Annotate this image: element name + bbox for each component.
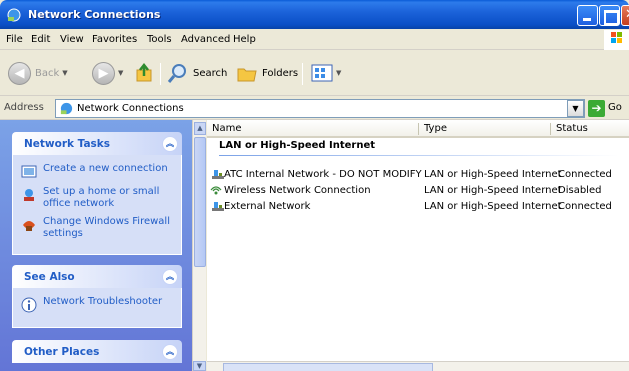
go-button[interactable]: Go (608, 102, 622, 113)
network-tasks-panel: Network Tasks ︽ Create a new connection … (12, 132, 182, 255)
window-title: Network Connections (28, 8, 161, 21)
create-connection-task[interactable]: Create a new connection (21, 163, 175, 180)
column-type[interactable]: Type (424, 123, 447, 134)
close-button[interactable] (621, 5, 629, 26)
collapse-chevron-icon[interactable]: ︽ (162, 269, 178, 285)
scroll-thumb[interactable] (194, 137, 206, 267)
network-tasks-header[interactable]: Network Tasks ︽ (12, 132, 182, 155)
group-header: LAN or High-Speed Internet (219, 140, 376, 151)
up-folder-icon (136, 62, 152, 82)
maximize-button[interactable] (599, 5, 620, 26)
lan-connection-icon (212, 202, 224, 211)
list-item[interactable]: Wireless Network Connection LAN or High-… (207, 183, 629, 199)
menu-view[interactable]: View (60, 34, 84, 45)
home-network-icon (24, 189, 34, 201)
task-pane: Network Tasks ︽ Create a new connection … (0, 120, 192, 371)
menu-file[interactable]: File (6, 34, 23, 45)
group-divider (219, 155, 619, 156)
menu-favorites[interactable]: Favorites (92, 34, 137, 45)
views-button[interactable]: ▼ (311, 59, 341, 87)
chevron-down-icon: ▼ (336, 69, 342, 77)
address-bar: Address Network Connections ▼ ➔ Go (0, 97, 629, 120)
column-name[interactable]: Name (212, 123, 242, 134)
menu-bar: File Edit View Favorites Tools Advanced … (0, 29, 629, 50)
address-input[interactable]: Network Connections (55, 99, 585, 118)
lan-connection-icon (212, 170, 224, 179)
menu-help[interactable]: Help (233, 34, 256, 45)
toolbar-separator (302, 63, 303, 85)
back-arrow-icon: ◀ (8, 61, 31, 85)
network-connections-icon (7, 8, 21, 22)
wireless-connection-icon (210, 186, 222, 195)
new-connection-icon (21, 165, 37, 178)
connections-list: Name Type Status LAN or High-Speed Inter… (207, 120, 629, 371)
see-also-header[interactable]: See Also ︽ (12, 265, 182, 288)
menu-edit[interactable]: Edit (31, 34, 50, 45)
collapse-chevron-icon[interactable]: ︽ (162, 344, 178, 360)
go-arrow-icon[interactable]: ➔ (588, 100, 605, 117)
title-bar[interactable]: Network Connections (0, 0, 629, 29)
views-icon (311, 64, 333, 82)
see-also-panel: See Also ︽ Network Troubleshooter (12, 265, 182, 328)
forward-arrow-icon: ▶ (92, 61, 115, 85)
list-item[interactable]: External Network LAN or High-Speed Inter… (207, 199, 629, 215)
minimize-button[interactable] (577, 5, 598, 26)
network-connections-icon (60, 102, 73, 115)
list-item[interactable]: ATC Internal Network - DO NOT MODIFY LAN… (207, 167, 629, 183)
other-places-header[interactable]: Other Places ︽ (12, 340, 182, 363)
scroll-down-icon[interactable]: ▼ (193, 361, 206, 371)
info-icon (21, 297, 37, 313)
network-troubleshooter-task[interactable]: Network Troubleshooter (21, 296, 175, 313)
horizontal-scroll-thumb[interactable] (223, 363, 433, 371)
address-dropdown-button[interactable]: ▼ (567, 100, 584, 117)
chevron-down-icon: ▼ (118, 69, 124, 77)
folders-button[interactable]: Folders (236, 59, 298, 87)
collapse-chevron-icon[interactable]: ︽ (162, 136, 178, 152)
forward-button[interactable]: ▶ ▼ (92, 59, 123, 87)
search-icon (167, 64, 186, 83)
menu-advanced[interactable]: Advanced (181, 34, 230, 45)
column-status[interactable]: Status (556, 123, 588, 134)
back-button[interactable]: ◀ Back ▼ (8, 59, 68, 87)
up-folder-button[interactable] (134, 59, 156, 87)
toolbar-separator (160, 63, 161, 85)
chevron-down-icon: ▼ (62, 69, 68, 77)
address-value: Network Connections (77, 103, 184, 114)
column-headers: Name Type Status (207, 120, 629, 138)
folders-icon (237, 68, 257, 82)
windows-logo-icon (604, 30, 629, 50)
firewall-settings-task[interactable]: Change Windows Firewall settings (21, 216, 175, 240)
firewall-icon (23, 221, 35, 231)
address-label: Address (4, 102, 44, 113)
other-places-panel: Other Places ︽ (12, 340, 182, 363)
toolbar: ◀ Back ▼ ▶ ▼ Search Folders ▼ (0, 51, 629, 96)
task-pane-scrollbar[interactable]: ▲ (192, 120, 206, 371)
setup-home-network-task[interactable]: Set up a home or small office network (21, 186, 175, 210)
horizontal-scrollbar[interactable] (207, 361, 629, 371)
search-button[interactable]: Search (167, 59, 227, 87)
menu-tools[interactable]: Tools (147, 34, 172, 45)
scroll-up-icon[interactable]: ▲ (194, 122, 206, 135)
